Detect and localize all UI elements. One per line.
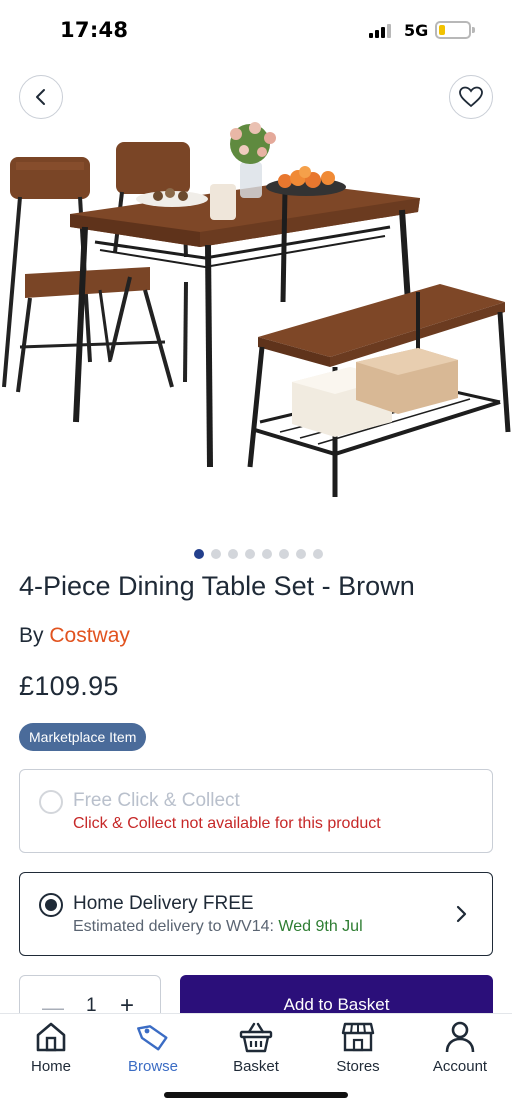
- nav-stores-label: Stores: [336, 1058, 380, 1075]
- heart-icon: [459, 86, 483, 108]
- battery-nub: [472, 27, 475, 33]
- status-bar: 17:48 5G: [0, 0, 512, 62]
- carousel-dot[interactable]: [261, 549, 272, 559]
- click-collect-radio[interactable]: [39, 790, 63, 814]
- product-price: £109.95: [19, 671, 119, 701]
- product-image: [2, 122, 511, 497]
- carousel-dot[interactable]: [295, 549, 306, 559]
- chevron-right-icon: [456, 905, 467, 923]
- network-label: 5G: [404, 21, 429, 40]
- chevron-left-icon: [36, 89, 45, 105]
- product-image-gallery[interactable]: [0, 62, 512, 542]
- tag-icon: [137, 1025, 168, 1051]
- delivery-estimate-label: Estimated delivery to WV14:: [73, 918, 274, 935]
- nav-basket-label: Basket: [233, 1058, 279, 1075]
- marketplace-badge: Marketplace Item: [19, 723, 147, 751]
- carousel-dot[interactable]: [193, 549, 204, 559]
- account-icon: [445, 1021, 475, 1053]
- home-delivery-subtitle: Estimated delivery to WV14: Wed 9th Jul: [73, 918, 363, 936]
- status-time: 17:48: [60, 18, 129, 42]
- home-delivery-title: Home Delivery FREE: [73, 893, 254, 914]
- home-delivery-radio[interactable]: [39, 893, 63, 917]
- brand-link[interactable]: Costway: [49, 624, 130, 647]
- nav-browse-label: Browse: [127, 1058, 179, 1075]
- nav-home[interactable]: Home: [11, 1020, 91, 1075]
- battery-level-fill: [439, 25, 445, 35]
- nav-account-label: Account: [432, 1058, 488, 1075]
- nav-home-label: Home: [30, 1058, 71, 1075]
- click-collect-title: Free Click & Collect: [73, 790, 240, 811]
- click-collect-option[interactable]: Free Click & Collect Click & Collect not…: [19, 769, 493, 853]
- home-indicator: [164, 1092, 348, 1098]
- nav-account[interactable]: Account: [420, 1020, 500, 1075]
- carousel-dot[interactable]: [244, 549, 255, 559]
- delivery-date: Wed 9th Jul: [278, 918, 363, 935]
- store-icon: [341, 1022, 375, 1052]
- carousel-dot[interactable]: [210, 549, 221, 559]
- carousel-dot[interactable]: [278, 549, 289, 559]
- signal-icon: [369, 24, 395, 38]
- battery-icon: [435, 21, 471, 39]
- nav-basket[interactable]: Basket: [216, 1020, 296, 1075]
- product-title: 4-Piece Dining Table Set - Brown: [19, 571, 415, 601]
- by-prefix: By: [19, 624, 44, 647]
- carousel-dot[interactable]: [312, 549, 323, 559]
- back-button[interactable]: [19, 75, 63, 119]
- home-icon: [36, 1022, 66, 1052]
- wishlist-button[interactable]: [449, 75, 493, 119]
- nav-browse[interactable]: Browse: [113, 1020, 193, 1075]
- carousel-dots[interactable]: [0, 549, 512, 561]
- nav-stores[interactable]: Stores: [318, 1020, 398, 1075]
- click-collect-subtitle: Click & Collect not available for this p…: [73, 815, 381, 832]
- bench: [247, 284, 511, 497]
- basket-icon: [239, 1022, 273, 1053]
- home-delivery-option[interactable]: Home Delivery FREE Estimated delivery to…: [19, 872, 493, 956]
- product-byline: By Costway: [19, 624, 130, 648]
- carousel-dot[interactable]: [227, 549, 238, 559]
